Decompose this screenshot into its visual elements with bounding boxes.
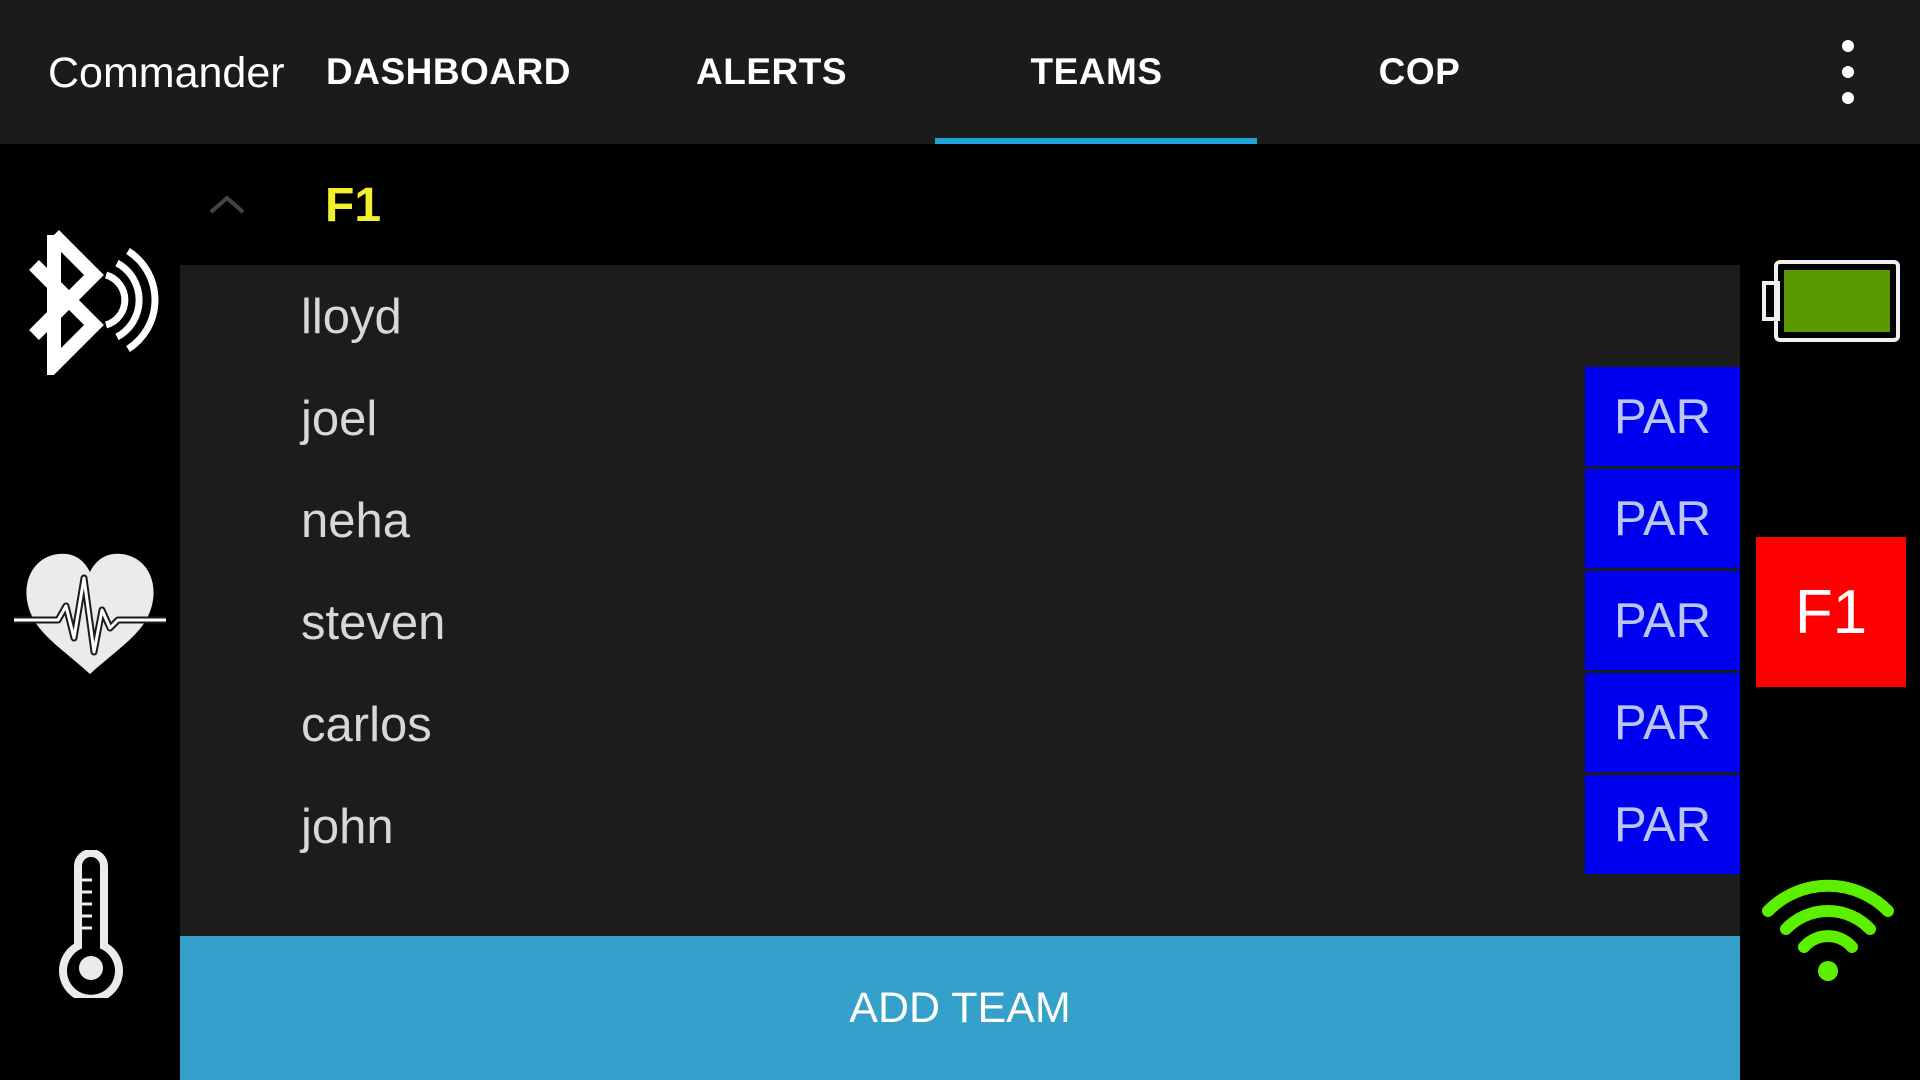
tab-teams[interactable]: TEAMS [935,0,1258,144]
team-badge: F1 [1756,537,1906,687]
par-button[interactable]: PAR [1585,673,1740,772]
more-options-icon[interactable] [1825,40,1871,104]
tab-cop[interactable]: COP [1258,0,1581,144]
add-team-button[interactable]: ADD TEAM [180,936,1740,1080]
thermometer-icon [56,849,126,1003]
battery-icon [1762,259,1902,343]
par-button[interactable]: PAR [1585,571,1740,670]
app-title: Commander [48,49,285,97]
wifi-icon [1762,875,1894,983]
member-name: neha [301,494,411,548]
list-item: steven PAR [180,571,1740,673]
member-name: joel [301,392,378,446]
list-item: john PAR [180,775,1740,877]
list-item: carlos PAR [180,673,1740,775]
bluetooth-icon [14,225,164,382]
par-button[interactable]: PAR [1585,775,1740,874]
heart-rate-icon [14,548,166,678]
team-member-list: lloyd joel PAR neha PAR steven PAR carlo… [180,265,1740,936]
selected-tab-indicator [935,138,1257,144]
tab-dashboard[interactable]: DASHBOARD [287,0,610,144]
member-name: lloyd [301,290,402,344]
collapse-chevron-icon[interactable] [203,186,251,222]
par-button[interactable]: PAR [1585,367,1740,466]
par-button[interactable]: PAR [1585,469,1740,568]
member-name: steven [301,596,446,650]
member-name: john [301,800,394,854]
top-app-bar: Commander DASHBOARD ALERTS TEAMS COP [0,0,1920,144]
list-item: lloyd [180,265,1740,367]
list-item: neha PAR [180,469,1740,571]
list-item: joel PAR [180,367,1740,469]
team-name: F1 [325,179,382,232]
member-name: carlos [301,698,432,752]
tab-alerts[interactable]: ALERTS [610,0,933,144]
